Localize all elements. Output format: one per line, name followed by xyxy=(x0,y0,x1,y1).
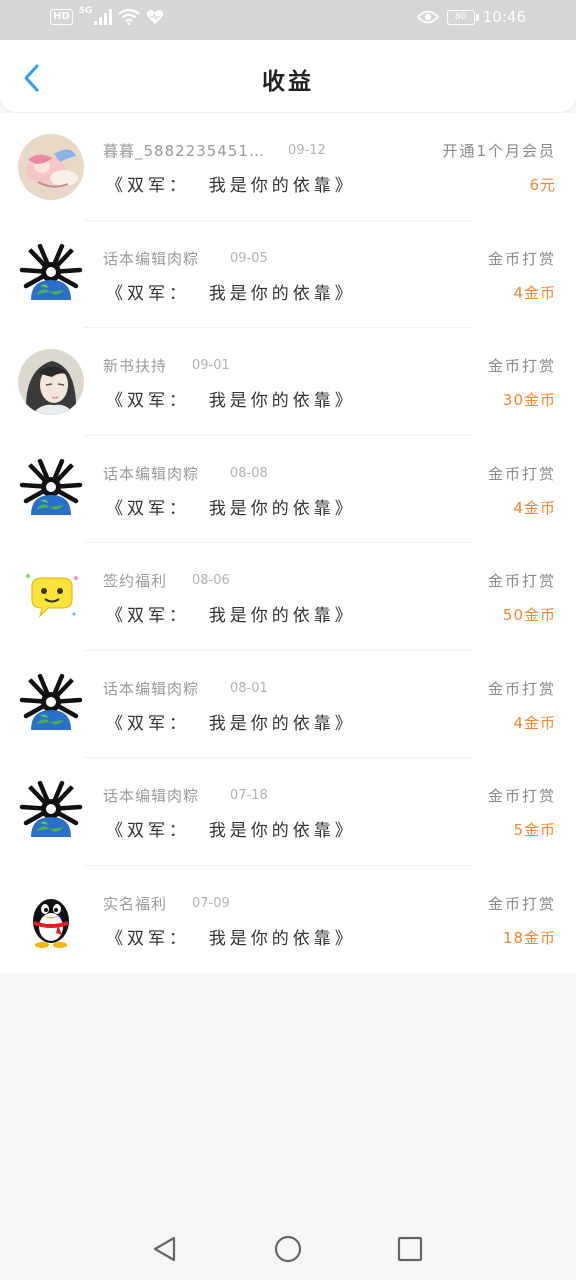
item-date: 09-05 xyxy=(230,250,268,266)
earning-amount: 6元 xyxy=(529,176,556,194)
earning-amount: 30金币 xyxy=(502,391,556,409)
source-name: 话本编辑肉粽 xyxy=(103,249,200,268)
source-name: 话本编辑肉粽 xyxy=(103,464,200,483)
book-title: 《双军： 我是你的依靠》 xyxy=(106,498,356,519)
anime-girl-avatar-icon xyxy=(18,134,84,200)
circle-home-icon xyxy=(274,1235,302,1263)
page-header: 收益 xyxy=(0,40,576,112)
avatar xyxy=(18,779,84,845)
earning-type: 金币打赏 xyxy=(487,572,556,590)
nav-home-button[interactable] xyxy=(273,1234,303,1264)
battery-icon: 80 xyxy=(446,9,479,25)
book-title: 《双军： 我是你的依靠》 xyxy=(106,821,356,841)
nav-back-button[interactable] xyxy=(150,1234,180,1264)
earning-type: 金币打赏 xyxy=(487,357,556,375)
status-left: HD 5G xyxy=(50,6,164,25)
item-date: 07-09 xyxy=(192,895,230,911)
earning-amount: 4金币 xyxy=(513,498,556,517)
list-item[interactable]: 签约福利 08-06 《双军： 我是你的依靠》 金币打赏 50金币 xyxy=(0,543,576,651)
clock: 10:46 xyxy=(482,8,526,26)
avatar xyxy=(18,456,84,523)
list-item[interactable]: 暮暮_588223545102… 09-12 《双军： 我是你的依靠》 开通1个… xyxy=(0,113,576,221)
book-title: 《双军： 我是你的依靠》 xyxy=(106,713,356,734)
list-item[interactable]: 实名福利 07-09 《双军： 我是你的依靠》 金币打赏 18金币 xyxy=(0,865,576,973)
item-date: 09-12 xyxy=(288,143,326,158)
battery-level: 80 xyxy=(455,11,467,22)
list-item[interactable]: 话本编辑肉粽 09-05 《双军： 我是你的依靠》 金币打赏 4金币 xyxy=(0,220,576,328)
earning-type: 金币打赏 xyxy=(487,464,556,483)
eye-icon xyxy=(416,10,439,24)
source-name: 实名福利 xyxy=(103,894,168,913)
earning-type: 金币打赏 xyxy=(487,249,556,268)
triangle-back-icon xyxy=(153,1236,176,1262)
avatar xyxy=(18,349,84,415)
earning-type: 金币打赏 xyxy=(487,679,556,698)
list-item[interactable]: 新书扶持 09-01 《双军： 我是你的依靠》 金币打赏 30金币 xyxy=(0,328,576,436)
earning-amount: 18金币 xyxy=(502,928,556,947)
item-date: 07-18 xyxy=(230,788,268,803)
page-title: 收益 xyxy=(262,69,314,95)
avatar xyxy=(18,564,84,630)
heart-icon xyxy=(147,10,164,24)
list-item[interactable]: 话本编辑肉粽 08-01 《双军： 我是你的依靠》 金币打赏 4金币 xyxy=(0,650,576,758)
item-date: 09-01 xyxy=(192,358,230,373)
earth-creature-avatar-icon xyxy=(18,671,84,738)
earning-amount: 50金币 xyxy=(502,606,556,624)
signal-icon xyxy=(94,9,113,25)
book-title: 《双军： 我是你的依靠》 xyxy=(106,391,356,411)
earth-creature-avatar-icon xyxy=(18,241,84,308)
nav-recents-button[interactable] xyxy=(395,1234,425,1264)
source-name: 话本编辑肉粽 xyxy=(103,679,200,698)
earning-type: 金币打赏 xyxy=(487,787,556,805)
status-bar: HD 5G 80 10:46 xyxy=(0,0,576,40)
avatar xyxy=(18,241,84,308)
book-title: 《双军： 我是你的依靠》 xyxy=(106,928,356,949)
source-name: 话本编辑肉粽 xyxy=(103,787,200,805)
earnings-list: 暮暮_588223545102… 09-12 《双军： 我是你的依靠》 开通1个… xyxy=(0,113,576,973)
wifi-icon xyxy=(118,9,141,25)
earning-type: 开通1个月会员 xyxy=(442,142,556,160)
source-name: 暮暮_588223545102… xyxy=(103,142,273,160)
anime-man-avatar-icon xyxy=(18,349,84,415)
item-date: 08-06 xyxy=(192,573,230,588)
earning-type: 金币打赏 xyxy=(487,894,556,913)
item-date: 08-08 xyxy=(230,465,268,481)
avatar xyxy=(18,671,84,738)
source-name: 新书扶持 xyxy=(103,357,168,375)
yellow-chat-avatar-icon xyxy=(18,564,84,630)
source-name: 签约福利 xyxy=(103,572,168,590)
avatar xyxy=(18,134,84,200)
hd-badge: HD xyxy=(50,9,73,25)
earning-amount: 5金币 xyxy=(513,821,556,839)
earth-creature-avatar-icon xyxy=(18,779,84,845)
system-nav-bar xyxy=(0,1218,576,1280)
penguin-avatar-icon xyxy=(18,886,84,953)
earth-creature-avatar-icon xyxy=(18,456,84,523)
network-type: 5G xyxy=(78,6,93,16)
book-title: 《双军： 我是你的依靠》 xyxy=(106,606,356,626)
item-date: 08-01 xyxy=(230,680,268,696)
status-right: 80 10:46 xyxy=(416,8,526,26)
earning-amount: 4金币 xyxy=(513,713,556,732)
list-item[interactable]: 话本编辑肉粽 08-08 《双军： 我是你的依靠》 金币打赏 4金币 xyxy=(0,435,576,543)
earning-amount: 4金币 xyxy=(513,283,556,302)
book-title: 《双军： 我是你的依靠》 xyxy=(106,283,356,304)
list-item[interactable]: 话本编辑肉粽 07-18 《双军： 我是你的依靠》 金币打赏 5金币 xyxy=(0,758,576,866)
avatar xyxy=(18,886,84,953)
book-title: 《双军： 我是你的依靠》 xyxy=(106,176,356,196)
square-recents-icon xyxy=(397,1236,423,1262)
